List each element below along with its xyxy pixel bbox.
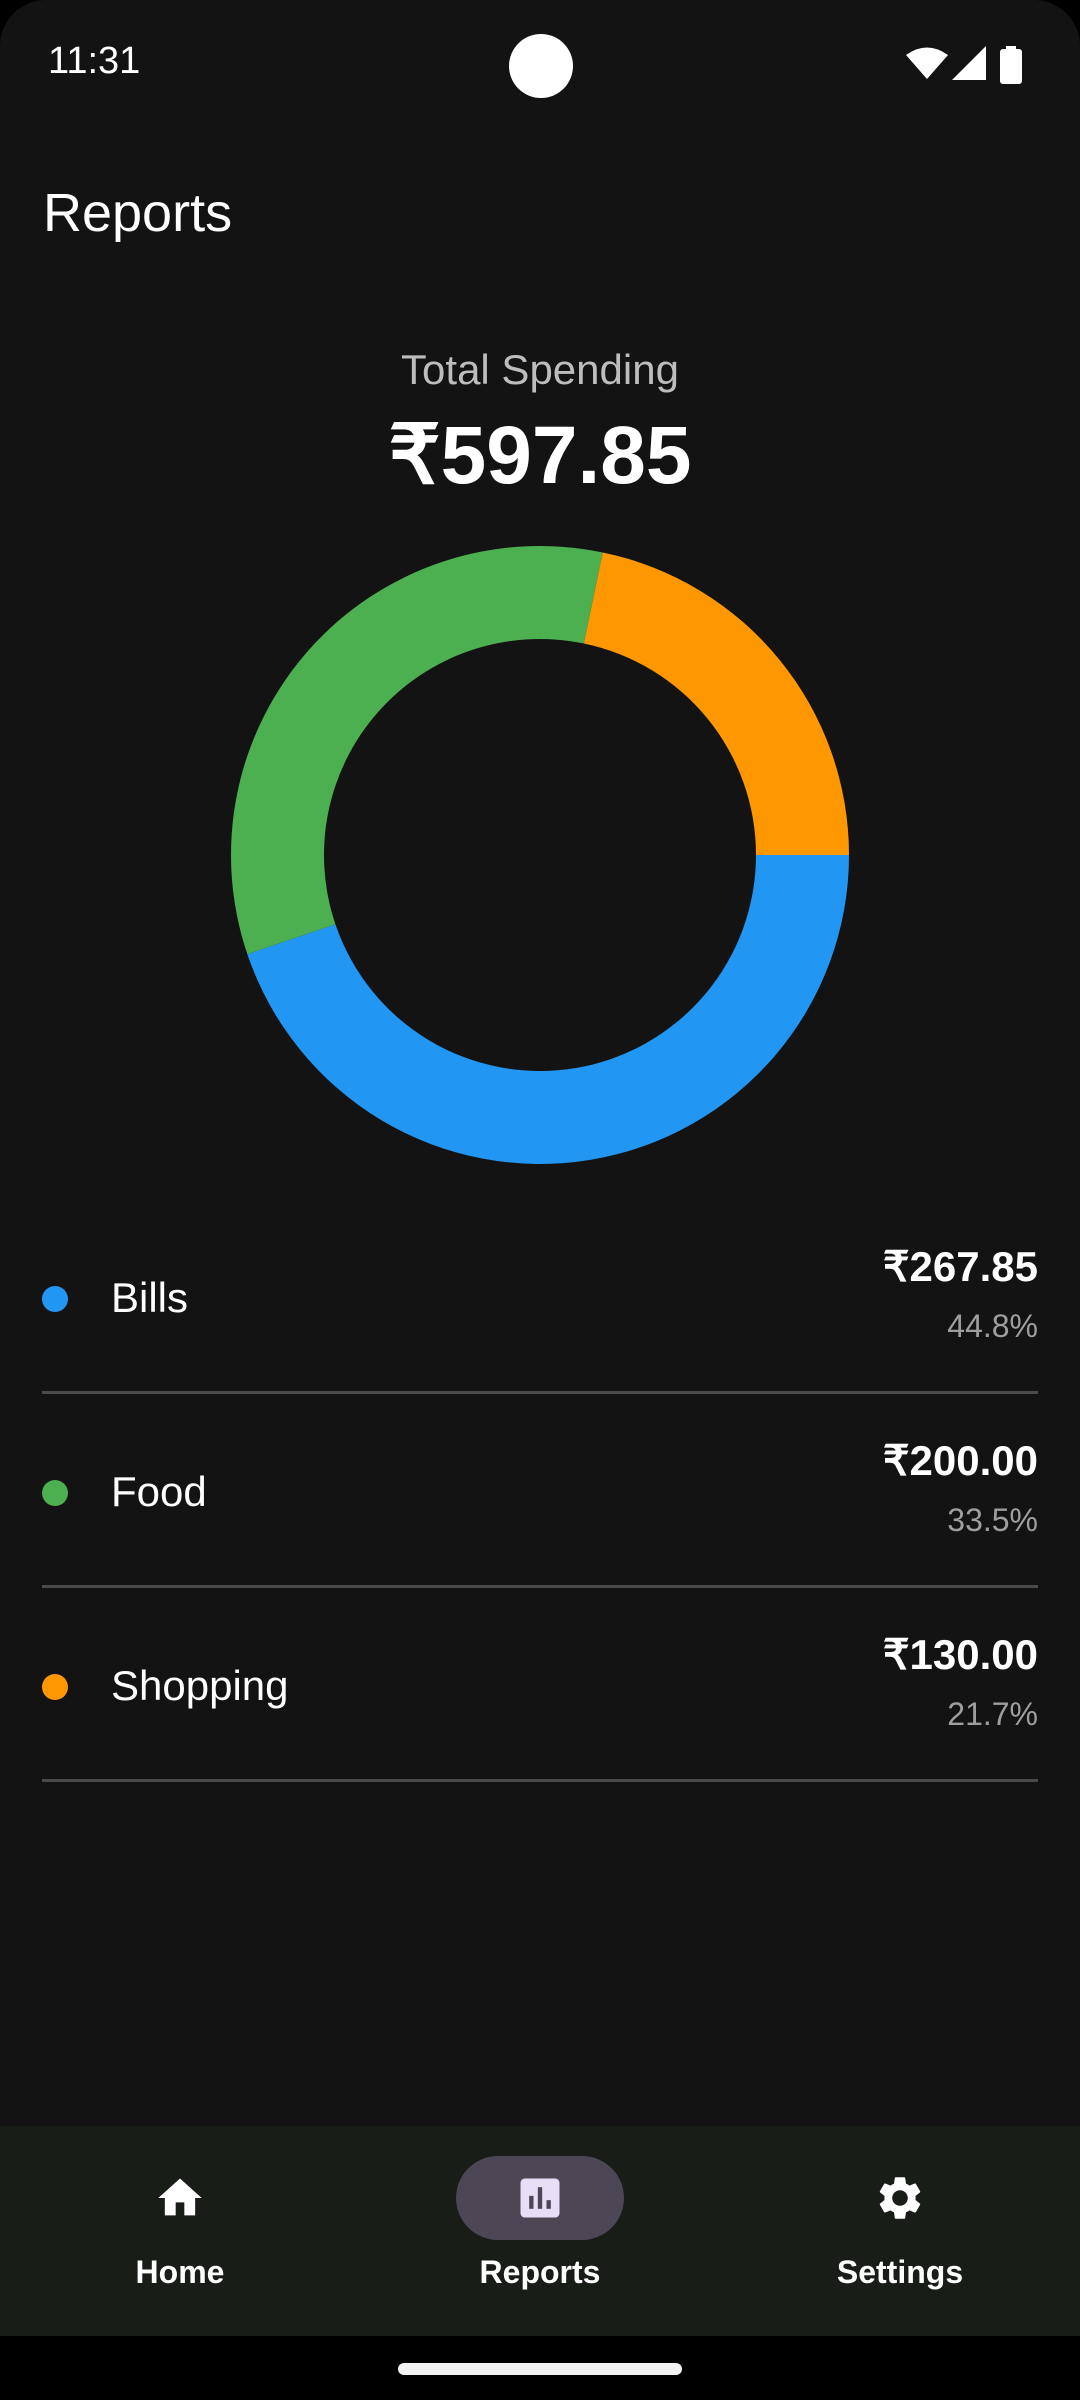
legend-item-bills[interactable]: Bills ₹267.85 44.8% <box>42 1200 1038 1394</box>
legend-item-food[interactable]: Food ₹200.00 33.5% <box>42 1394 1038 1588</box>
gear-icon <box>879 2177 921 2219</box>
nav-label-settings: Settings <box>836 2254 964 2290</box>
nav-item-settings[interactable]: Settings <box>720 2126 1080 2336</box>
status-time: 11:31 <box>48 40 141 82</box>
status-bar: 11:31 <box>0 0 1080 135</box>
legend-percent: 44.8% <box>947 1308 1038 1344</box>
legend-percent: 21.7% <box>947 1696 1038 1732</box>
legend-amount: ₹200.00 <box>882 1437 1038 1484</box>
total-spending-label: Total Spending <box>401 346 679 393</box>
nav-item-home[interactable]: Home <box>0 2126 360 2336</box>
legend-category-name: Bills <box>111 1274 189 1321</box>
battery-icon <box>1000 46 1022 84</box>
category-legend-list: Bills ₹267.85 44.8% Food ₹200.00 33.5% S… <box>42 1200 1038 1782</box>
status-icons <box>906 46 1036 86</box>
spending-donut-chart <box>231 546 849 1164</box>
nav-home-icon-container <box>96 2156 264 2240</box>
nav-reports-active-indicator <box>456 2156 624 2240</box>
reports-screen: 11:31 Reports Total Spending ₹597.85 Bil… <box>0 0 1080 2400</box>
bills-color-dot <box>42 1286 68 1312</box>
legend-category-name: Food <box>111 1468 207 1515</box>
nav-label-home: Home <box>135 2254 225 2290</box>
nav-item-reports[interactable]: Reports <box>360 2126 720 2336</box>
bottom-navigation-bar: Home Reports Settings <box>0 2126 1080 2336</box>
page-title: Reports <box>43 183 233 243</box>
legend-category-name: Shopping <box>111 1662 289 1709</box>
donut-slice-bills[interactable] <box>247 855 849 1164</box>
legend-percent: 33.5% <box>947 1502 1038 1538</box>
home-gesture-handle[interactable] <box>398 2363 682 2375</box>
legend-item-shopping[interactable]: Shopping ₹130.00 21.7% <box>42 1588 1038 1782</box>
nav-label-reports: Reports <box>479 2254 601 2290</box>
donut-slice-food[interactable] <box>231 546 603 955</box>
shopping-color-dot <box>42 1674 68 1700</box>
legend-amount: ₹130.00 <box>882 1631 1038 1678</box>
donut-slice-shopping[interactable] <box>583 552 849 855</box>
food-color-dot <box>42 1480 68 1506</box>
home-icon <box>158 2178 202 2216</box>
nav-settings-icon-container <box>816 2156 984 2240</box>
legend-amount: ₹267.85 <box>882 1243 1038 1290</box>
total-spending-amount: ₹597.85 <box>388 410 692 501</box>
camera-cutout <box>509 34 573 98</box>
bar-chart-icon <box>520 2178 560 2218</box>
signal-icon <box>952 46 986 80</box>
wifi-icon <box>906 47 948 79</box>
